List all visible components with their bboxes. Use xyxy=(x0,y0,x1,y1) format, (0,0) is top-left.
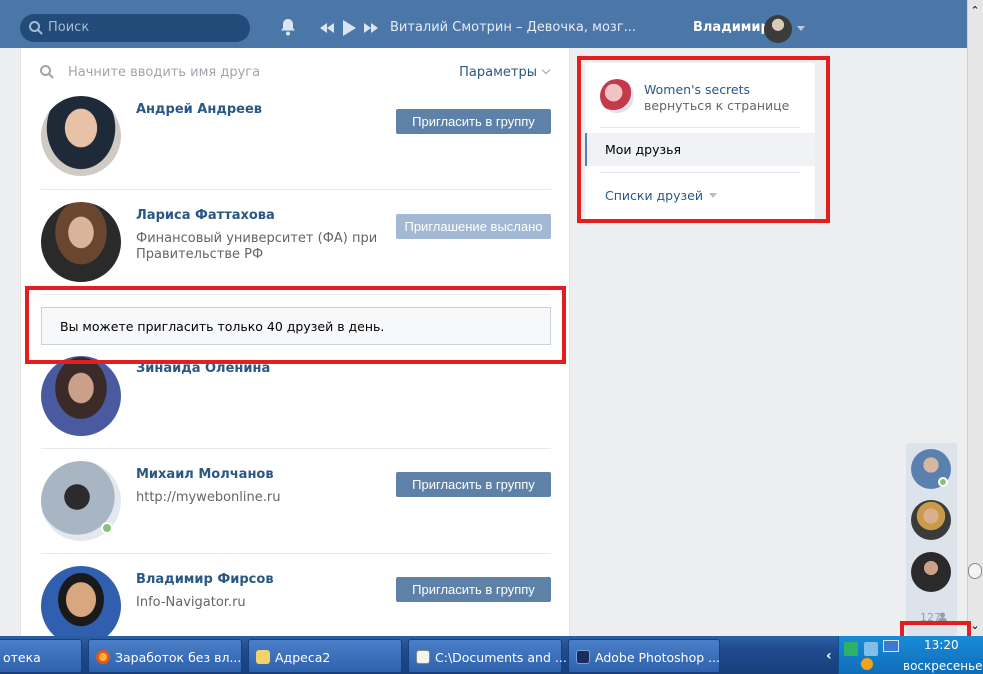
previous-track-icon[interactable] xyxy=(320,23,334,33)
display-icon[interactable] xyxy=(883,640,899,652)
taskbar-item-notepad[interactable]: C:\Documents and ... xyxy=(408,639,567,673)
taskbar-item-label: отека xyxy=(3,650,41,665)
chat-contact-avatar[interactable] xyxy=(911,500,951,540)
photoshop-icon xyxy=(576,650,590,664)
scroll-up-arrow-icon[interactable]: ⌃ xyxy=(968,4,982,18)
highlight-side-menu xyxy=(577,56,830,223)
user-menu-caret-icon[interactable] xyxy=(797,26,805,31)
taskbar-item-folder[interactable]: Адреса2 xyxy=(248,639,402,673)
friend-row: Андрей Андреев Пригласить в группу xyxy=(41,88,551,190)
now-playing-track[interactable]: Виталий Смотрин – Девочка, мозг... xyxy=(390,20,636,35)
invitation-sent-button[interactable]: Приглашение выслано xyxy=(396,214,551,239)
friend-name[interactable]: Владимир Фирсов xyxy=(136,572,274,587)
friend-avatar[interactable] xyxy=(41,356,121,436)
search-icon xyxy=(40,65,54,79)
play-icon[interactable] xyxy=(342,20,356,36)
taskbar-day: воскресенье xyxy=(903,659,983,673)
friend-university: Финансовый университет (ФА) при xyxy=(136,231,378,246)
user-name[interactable]: Владимир xyxy=(693,20,770,35)
tray-app-icon[interactable] xyxy=(844,642,858,656)
folder-icon xyxy=(256,650,270,664)
taskbar-item-label: C:\Documents and ... xyxy=(435,650,567,665)
top-header: Поиск Виталий Смотрин – Девочка, мозг...… xyxy=(0,0,967,48)
taskbar-item-label: Adobe Photoshop ... xyxy=(595,650,721,665)
global-search-placeholder: Поиск xyxy=(48,20,90,35)
invite-to-group-button[interactable]: Пригласить в группу xyxy=(396,577,551,602)
online-status-dot xyxy=(938,477,948,487)
friend-avatar[interactable] xyxy=(41,96,121,176)
friend-website: http://mywebonline.ru xyxy=(136,490,281,505)
chat-contact-avatar[interactable] xyxy=(911,552,951,592)
friend-website: Info-Navigator.ru xyxy=(136,595,246,610)
tray-status-icon[interactable] xyxy=(861,658,873,670)
network-icon[interactable] xyxy=(864,642,878,656)
taskbar-clock[interactable]: 13:20 xyxy=(924,638,959,652)
firefox-icon xyxy=(96,650,110,664)
show-hidden-icons-arrow-icon[interactable]: ‹ xyxy=(826,648,832,664)
notifications-bell-icon[interactable] xyxy=(278,17,298,37)
os-taskbar: отека Заработок без вл... Адреса2 C:\Doc… xyxy=(0,636,983,674)
friend-search-placeholder: Начните вводить имя друга xyxy=(68,65,261,80)
friend-avatar[interactable] xyxy=(41,566,121,636)
taskbar-item-label: Заработок без вл... xyxy=(115,650,242,665)
friend-name[interactable]: Лариса Фаттахова xyxy=(136,208,275,223)
params-dropdown[interactable]: Параметры xyxy=(459,65,551,80)
params-label: Параметры xyxy=(459,65,537,80)
user-avatar[interactable] xyxy=(764,15,792,43)
invite-to-group-button[interactable]: Пригласить в группу xyxy=(396,472,551,497)
global-search-input[interactable]: Поиск xyxy=(20,14,250,42)
invite-to-group-button[interactable]: Пригласить в группу xyxy=(396,109,551,134)
friend-avatar[interactable] xyxy=(41,202,121,282)
friend-row: Владимир Фирсов Info-Navigator.ru Пригла… xyxy=(41,554,551,636)
next-track-icon[interactable] xyxy=(364,23,378,33)
notepad-icon xyxy=(416,650,430,664)
search-icon xyxy=(29,21,43,35)
page-scrollbar[interactable] xyxy=(967,0,983,636)
highlight-notice xyxy=(25,286,566,364)
friend-row: Михаил Молчанов http://mywebonline.ru Пр… xyxy=(41,449,551,554)
taskbar-item-photoshop[interactable]: Adobe Photoshop ... xyxy=(568,639,720,673)
taskbar-item[interactable]: отека xyxy=(0,639,82,673)
scroll-thumb[interactable] xyxy=(968,563,982,579)
chat-bar: 127 xyxy=(906,443,957,636)
friend-name[interactable]: Михаил Молчанов xyxy=(136,467,274,482)
taskbar-item-firefox[interactable]: Заработок без вл... xyxy=(88,639,242,673)
online-status-dot xyxy=(101,522,113,534)
friend-row: Лариса Фаттахова Финансовый университет … xyxy=(41,190,551,295)
chevron-down-icon xyxy=(541,65,551,75)
friend-name[interactable]: Андрей Андреев xyxy=(136,102,262,117)
friend-university-line2: Правительстве РФ xyxy=(136,247,264,262)
taskbar-item-label: Адреса2 xyxy=(275,650,331,665)
